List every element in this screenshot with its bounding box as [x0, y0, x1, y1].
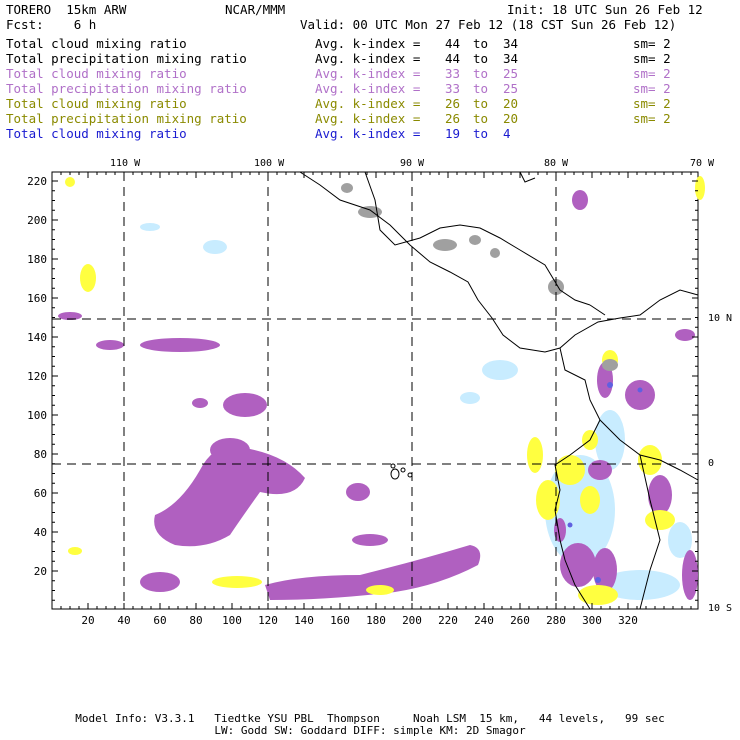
x-tick-label: 60: [153, 614, 166, 627]
lat-label-10s: 10 S: [708, 603, 733, 614]
x-tick-label: 80: [189, 614, 202, 627]
x-tick-label: 280: [546, 614, 566, 627]
model-info-line2: LW: Godd SW: Goddard DIFF: simple KM: 2D…: [214, 724, 526, 737]
x-tick-label: 200: [402, 614, 422, 627]
y-tick-label: 80: [34, 448, 47, 461]
x-tick-label: 160: [330, 614, 350, 627]
lon-label-110w: 110 W: [110, 158, 141, 169]
y-tick-label: 40: [34, 526, 47, 539]
x-tick-label: 140: [294, 614, 314, 627]
x-tick-label: 20: [81, 614, 94, 627]
lat-label-0: 0: [708, 458, 715, 469]
y-tick-label: 160: [27, 292, 47, 305]
x-tick-label: 120: [258, 614, 278, 627]
x-tick-label: 180: [366, 614, 386, 627]
y-tick-label: 60: [34, 487, 47, 500]
forecast-map: 20 40 60 80 100 120 140 160 180 200 220 240 260 280 30…: [27, 171, 705, 627]
lon-label-70w: 70 W: [690, 158, 715, 169]
lon-label-100w: 100 W: [254, 158, 285, 169]
x-tick-label: 300: [582, 614, 602, 627]
y-tick-label: 100: [27, 409, 47, 422]
y-tick-label: 120: [27, 370, 47, 383]
y-tick-label: 20: [34, 565, 47, 578]
x-tick-label: 260: [510, 614, 530, 627]
lat-label-10n: 10 N: [708, 313, 733, 324]
lon-label-80w: 80 W: [544, 158, 569, 169]
y-tick-label: 200: [27, 214, 47, 227]
x-tick-label: 320: [618, 614, 638, 627]
x-tick-label: 240: [474, 614, 494, 627]
y-tick-label: 180: [27, 253, 47, 266]
y-tick-label: 220: [27, 175, 47, 188]
y-tick-label: 140: [27, 331, 47, 344]
lon-label-90w: 90 W: [400, 158, 425, 169]
x-tick-label: 40: [117, 614, 130, 627]
x-tick-label: 220: [438, 614, 458, 627]
x-tick-label: 100: [222, 614, 242, 627]
